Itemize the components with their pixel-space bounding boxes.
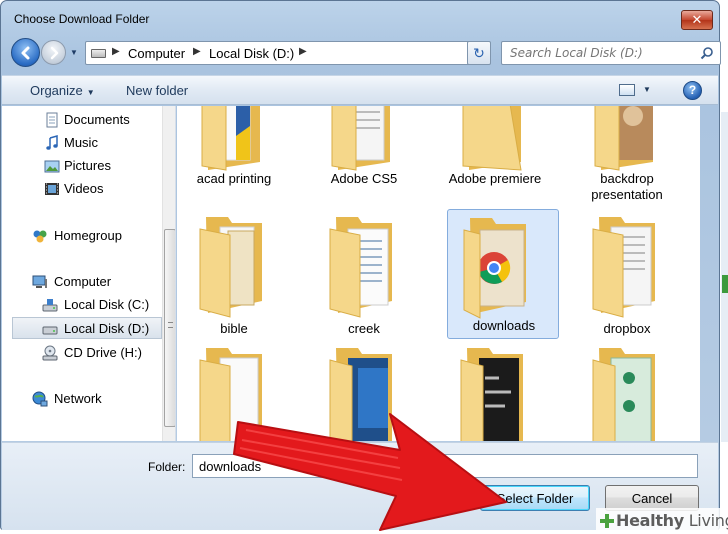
background-window-mark	[722, 275, 728, 293]
nav-item-computer[interactable]: Computer	[2, 271, 162, 293]
close-button[interactable]: ✕	[681, 10, 713, 30]
help-icon[interactable]: ?	[683, 81, 702, 100]
drive-icon	[42, 299, 58, 312]
views-dropdown-icon[interactable]: ▼	[643, 85, 651, 94]
folder-name: creek	[348, 321, 380, 336]
homegroup-icon	[33, 230, 47, 243]
folder-item[interactable]: Adobe CS5	[308, 106, 420, 186]
organize-menu[interactable]: Organize ▼	[30, 83, 95, 98]
folder-icon	[462, 106, 522, 171]
search-input[interactable]	[510, 45, 690, 61]
music-icon	[46, 135, 58, 150]
nav-item-documents[interactable]: Documents	[2, 109, 162, 131]
folder-item[interactable]: backdrop presentation	[571, 106, 683, 202]
folder-icon	[199, 217, 262, 318]
navigation-scrollbar-thumb[interactable]	[164, 229, 175, 427]
nav-item-label: Homegroup	[54, 228, 122, 243]
breadcrumb-separator[interactable]: ▶	[299, 46, 307, 57]
documents-icon	[46, 112, 58, 128]
chevron-down-icon: ▼	[86, 88, 95, 97]
address-bar[interactable]: ▶ Computer ▶ Local Disk (D:) ▶ ▼	[85, 41, 483, 65]
folder-item[interactable]: bible	[178, 209, 290, 339]
folder-name: acad printing	[196, 171, 272, 186]
back-button[interactable]	[11, 38, 40, 67]
cd-drive-icon	[42, 345, 58, 361]
network-icon	[32, 391, 48, 407]
folder-name: downloads	[472, 318, 536, 333]
nav-item-local-disk-d[interactable]: Local Disk (D:)	[12, 317, 162, 339]
healthy-living-watermark: Healthy Living	[596, 508, 728, 534]
navigation-pane: Documents Music Pictures Videos Homegrou…	[2, 106, 176, 441]
nav-item-videos[interactable]: Videos	[2, 178, 162, 200]
pictures-icon	[44, 160, 60, 173]
folder-item[interactable]: acad printing	[178, 106, 290, 186]
folder-name: Adobe premiere	[448, 171, 542, 186]
videos-icon	[45, 183, 59, 195]
plus-logo-icon	[600, 514, 614, 528]
nav-item-label: Computer	[54, 274, 112, 289]
nav-item-cd-drive-h[interactable]: CD Drive (H:)	[2, 342, 162, 364]
folder-icon	[594, 106, 653, 171]
folder-icon	[329, 217, 392, 318]
watermark-light: Living	[688, 511, 728, 530]
scrollbar-grip	[168, 322, 173, 328]
red-pointer-arrow-icon	[233, 413, 507, 531]
folder-icon	[201, 106, 260, 171]
back-arrow-icon	[21, 46, 30, 60]
folder-item[interactable]: Adobe premiere	[439, 106, 551, 186]
nav-item-pictures[interactable]: Pictures	[2, 155, 162, 177]
folder-name-text: backdrop presentation	[591, 171, 663, 202]
folder-name: bible	[220, 321, 248, 336]
nav-item-label: Local Disk (D:)	[64, 321, 150, 336]
watermark-text: Healthy Living	[616, 511, 728, 530]
nav-item-homegroup[interactable]: Homegroup	[2, 225, 162, 247]
folder-view: acad printing Adobe CS5 Adobe premiere b…	[177, 106, 700, 441]
search-icon[interactable]	[700, 46, 714, 60]
folder-name: backdrop presentation	[571, 171, 683, 203]
folder-name: Adobe CS5	[330, 171, 398, 186]
refresh-button[interactable]: ↻	[467, 41, 491, 65]
folder-icon	[592, 348, 655, 441]
window-title: Choose Download Folder	[14, 12, 150, 26]
folder-icon	[463, 218, 526, 319]
search-box[interactable]	[501, 41, 721, 65]
organize-label: Organize	[30, 83, 83, 98]
computer-small-icon	[91, 49, 106, 58]
title-bar[interactable]: Choose Download Folder ✕	[1, 1, 719, 33]
nav-item-label: Network	[54, 391, 102, 406]
forward-button[interactable]	[41, 40, 66, 65]
breadcrumb-separator[interactable]: ▶	[193, 46, 201, 57]
nav-item-network[interactable]: Network	[2, 388, 162, 410]
navigation-bar: ▼ ▶ Computer ▶ Local Disk (D:) ▶ ▼ ↻	[9, 37, 721, 69]
folder-item[interactable]: creek	[308, 209, 420, 339]
nav-item-label: Local Disk (C:)	[64, 297, 150, 312]
recent-pages-dropdown[interactable]: ▼	[70, 48, 80, 58]
folder-field-label: Folder:	[148, 460, 186, 474]
nav-item-music[interactable]: Music	[2, 132, 162, 154]
breadcrumb-computer[interactable]: Computer	[128, 46, 185, 61]
folder-icon	[592, 217, 655, 318]
folder-name: dropbox	[603, 321, 651, 336]
new-folder-button[interactable]: New folder	[126, 83, 188, 98]
nav-item-label: Documents	[64, 112, 130, 127]
breadcrumb-local-disk-d[interactable]: Local Disk (D:)	[209, 46, 294, 61]
command-bar: Organize ▼ New folder ▼ ?	[2, 75, 718, 105]
folder-item[interactable]	[571, 340, 683, 441]
change-view-icon[interactable]	[619, 84, 635, 96]
folder-item-selected[interactable]: downloads	[447, 209, 559, 339]
nav-item-label: Videos	[64, 181, 104, 196]
nav-item-label: CD Drive (H:)	[64, 345, 142, 360]
forward-arrow-icon	[50, 46, 59, 60]
folder-item[interactable]: dropbox	[571, 209, 683, 339]
folder-icon	[331, 106, 390, 171]
drive-icon	[42, 326, 58, 335]
watermark-bold: Healthy	[616, 511, 684, 530]
navigation-scrollbar[interactable]	[162, 106, 175, 441]
computer-icon	[32, 275, 47, 288]
nav-item-label: Pictures	[64, 158, 111, 173]
breadcrumb-separator[interactable]: ▶	[112, 46, 120, 57]
nav-item-local-disk-c[interactable]: Local Disk (C:)	[2, 294, 162, 316]
nav-item-label: Music	[64, 135, 98, 150]
